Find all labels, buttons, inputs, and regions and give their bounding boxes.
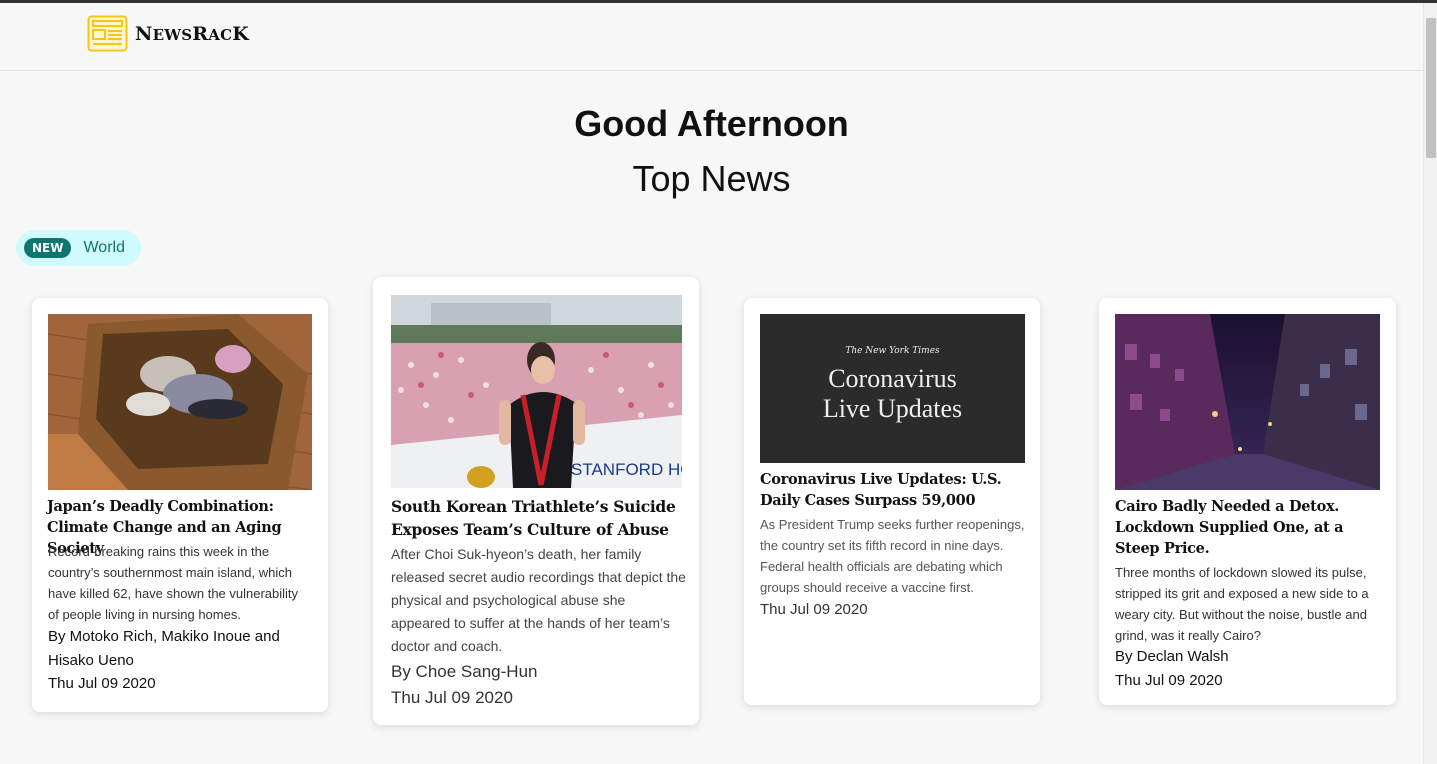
brand-name: NEWSRACK [135, 22, 249, 45]
news-card[interactable]: STANFORD HOT South Korean Triathlete’s S… [373, 277, 699, 725]
page-scrollbar[interactable] [1423, 3, 1437, 764]
article-image: The New York Times Coronavirus Live Upda… [760, 314, 1025, 463]
article-image [48, 314, 312, 490]
article-description: Three months of lockdown slowed its puls… [1115, 565, 1369, 643]
article-image: STANFORD HOT [391, 295, 682, 488]
article-date: Thu Jul 09 2020 [48, 675, 156, 692]
image-masthead: The New York Times [845, 346, 940, 356]
article-date: Thu Jul 09 2020 [1115, 672, 1223, 689]
category-label: World [83, 239, 125, 256]
article-date: Thu Jul 09 2020 [760, 601, 868, 618]
news-card[interactable]: The New York Times Coronavirus Live Upda… [744, 298, 1040, 705]
article-title[interactable]: Cairo Badly Needed a Detox. Lockdown Sup… [1115, 496, 1383, 559]
article-description: After Choi Suk-hyeon’s death, her family… [391, 546, 686, 654]
article-author: By Declan Walsh [1115, 648, 1229, 665]
top-navbar: NEWSRACK [0, 3, 1423, 71]
article-title[interactable]: Coronavirus Live Updates: U.S. Daily Cas… [760, 469, 1024, 511]
article-title[interactable]: South Korean Triathlete’s Suicide Expose… [391, 495, 686, 541]
article-author: By Choe Sang-Hun [391, 662, 538, 681]
article-author: By Motoko Rich, Makiko Inoue and Hisako … [48, 628, 280, 669]
section-title: Top News [632, 158, 791, 199]
news-card[interactable]: Cairo Badly Needed a Detox. Lockdown Sup… [1099, 298, 1396, 705]
scrollbar-thumb[interactable] [1426, 18, 1436, 158]
news-card[interactable]: Japan’s Deadly Combination: Climate Chan… [32, 298, 328, 712]
image-headline-line1: Coronavirus [828, 364, 957, 393]
svg-text:STANFORD HOT: STANFORD HOT [571, 460, 682, 479]
article-image [1115, 314, 1380, 490]
image-headline-line2: Live Updates [822, 394, 963, 423]
brand-logo[interactable]: NEWSRACK [87, 15, 249, 52]
category-chip-world[interactable]: NEW World [16, 230, 141, 266]
article-description: As President Trump seeks further reopeni… [760, 517, 1025, 595]
article-date: Thu Jul 09 2020 [391, 688, 513, 707]
greeting-heading: Good Afternoon [574, 103, 849, 144]
article-description: Record-breaking rains this week in the c… [48, 544, 299, 622]
newspaper-icon [87, 15, 128, 52]
new-badge: NEW [24, 238, 72, 258]
